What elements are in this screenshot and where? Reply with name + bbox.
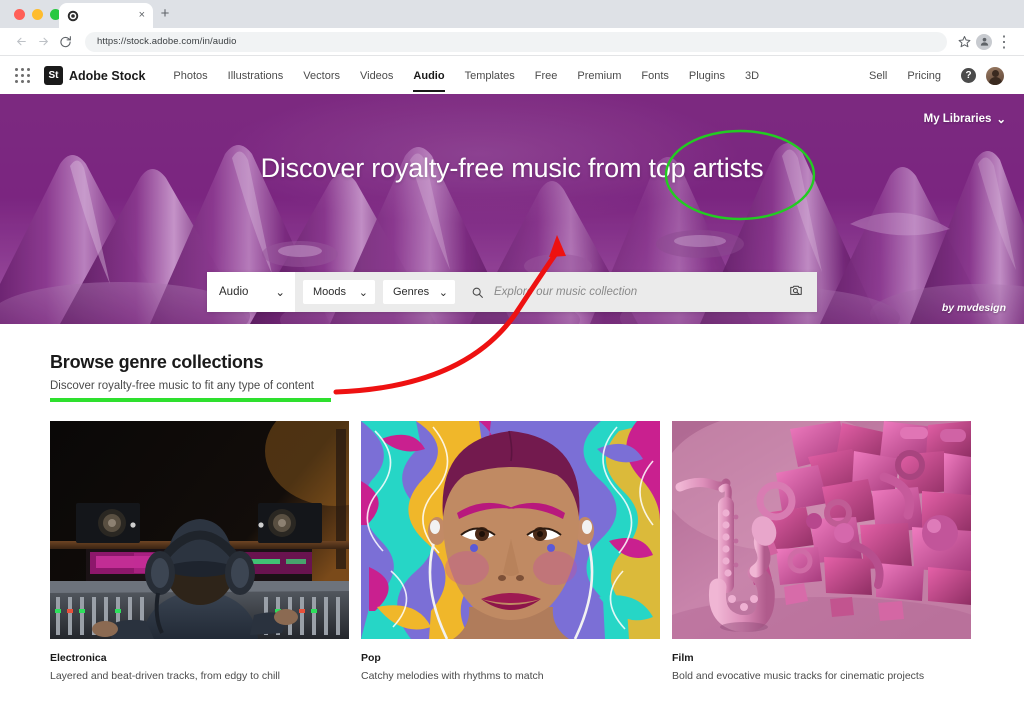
nav-link-pricing[interactable]: Pricing xyxy=(897,61,951,91)
chevron-down-icon: ⌄ xyxy=(996,114,1006,126)
chevron-down-icon: ⌄ xyxy=(438,286,448,299)
nav-link-fonts[interactable]: Fonts xyxy=(631,61,679,91)
asset-type-value: Audio xyxy=(219,286,249,298)
profile-button[interactable] xyxy=(974,32,994,52)
genre-card-electronica[interactable]: Electronica Layered and beat-driven trac… xyxy=(50,421,349,682)
reload-icon xyxy=(59,36,71,48)
search-input-area[interactable]: Explore our music collection xyxy=(455,272,817,312)
nav-link-templates[interactable]: Templates xyxy=(455,61,525,91)
genre-card-desc-pop: Catchy melodies with rhythms to match xyxy=(361,670,544,682)
close-window-button[interactable] xyxy=(14,9,25,20)
pink-saxophone-3d-render xyxy=(672,421,971,639)
genre-card-desc-film: Bold and evocative music tracks for cine… xyxy=(672,670,925,682)
browser-tab[interactable]: × xyxy=(59,3,153,28)
back-arrow-icon xyxy=(16,37,26,46)
app-grid-icon[interactable] xyxy=(14,67,32,85)
chevron-down-icon: ⌄ xyxy=(358,286,368,299)
window-controls xyxy=(14,9,61,20)
nav-link-audio[interactable]: Audio xyxy=(403,61,454,92)
browse-genre-section: Browse genre collections Discover royalt… xyxy=(0,324,1024,682)
minimize-window-button[interactable] xyxy=(32,9,43,20)
camera-search-glyph-icon xyxy=(790,285,802,295)
nav-link-videos[interactable]: Videos xyxy=(350,61,403,91)
my-libraries-button[interactable]: My Libraries ⌄ xyxy=(924,112,1006,126)
adobe-stock-logo-mark: St xyxy=(44,66,63,85)
nav-link-premium[interactable]: Premium xyxy=(567,61,631,91)
my-libraries-label: My Libraries xyxy=(923,113,992,125)
genres-filter-select[interactable]: Genres ⌄ xyxy=(383,280,455,304)
genre-card-image-electronica xyxy=(50,421,349,639)
search-bar: Audio ⌄ Moods ⌄ Genres ⌄ Explore our mus… xyxy=(207,272,817,312)
back-button[interactable] xyxy=(10,31,32,53)
user-avatar[interactable] xyxy=(986,66,1004,85)
adobe-stock-logo[interactable]: St Adobe Stock xyxy=(44,66,145,85)
site-navigation: St Adobe Stock Photos Illustrations Vect… xyxy=(0,57,1024,94)
nav-link-sell[interactable]: Sell xyxy=(859,61,897,91)
nav-link-vectors[interactable]: Vectors xyxy=(293,61,350,91)
genre-card-title-electronica: Electronica xyxy=(50,652,107,664)
new-tab-button[interactable]: + xyxy=(156,6,174,24)
asset-type-select[interactable]: Audio ⌄ xyxy=(207,272,295,312)
moods-filter-select[interactable]: Moods ⌄ xyxy=(303,280,375,304)
genres-filter-label: Genres xyxy=(393,286,430,298)
moods-filter-label: Moods xyxy=(313,286,347,298)
browse-heading: Browse genre collections xyxy=(50,352,264,372)
person-glyph-icon xyxy=(980,37,988,46)
genre-card-list: Electronica Layered and beat-driven trac… xyxy=(50,421,974,682)
psychedelic-woman-illustration xyxy=(361,421,660,639)
tab-close-icon[interactable]: × xyxy=(139,10,145,21)
genre-card-image-film xyxy=(672,421,971,639)
genre-card-title-film: Film xyxy=(672,652,694,664)
designer-watermark: by mvdesign xyxy=(941,302,1006,314)
nav-link-illustrations[interactable]: Illustrations xyxy=(218,61,294,91)
genre-card-film[interactable]: Film Bold and evocative music tracks for… xyxy=(672,421,971,682)
genre-card-title-pop: Pop xyxy=(361,652,381,664)
reload-button[interactable] xyxy=(54,31,76,53)
page-content: St Adobe Stock Photos Illustrations Vect… xyxy=(0,57,1024,713)
chevron-down-icon: ⌄ xyxy=(275,287,285,299)
address-bar[interactable]: https://stock.adobe.com/in/audio xyxy=(85,31,947,52)
visual-search-camera-icon[interactable] xyxy=(789,283,803,302)
browser-titlebar: × + xyxy=(0,0,1024,28)
browser-toolbar: https://stock.adobe.com/in/audio ⋮ xyxy=(0,28,1024,56)
nav-link-photos[interactable]: Photos xyxy=(163,61,217,91)
studio-engineer-photo-illustration xyxy=(50,421,349,639)
search-icon xyxy=(472,287,483,298)
help-icon[interactable]: ? xyxy=(961,68,976,83)
forward-button[interactable] xyxy=(32,31,54,53)
nav-right-section: Sell Pricing ? xyxy=(859,61,1010,91)
adobe-stock-favicon-icon xyxy=(67,10,79,21)
bookmark-button[interactable] xyxy=(954,32,974,52)
forward-arrow-icon xyxy=(38,37,48,46)
nav-link-free[interactable]: Free xyxy=(525,61,568,91)
nav-links: Photos Illustrations Vectors Videos Audi… xyxy=(163,61,769,92)
nav-link-3d[interactable]: 3D xyxy=(735,61,769,91)
browse-subheading: Discover royalty-free music to fit any t… xyxy=(50,380,314,392)
star-icon xyxy=(958,36,970,48)
browser-window: × + https://stock.adobe.com/in/audio ⋮ S… xyxy=(0,0,1024,713)
genre-card-desc-electronica: Layered and beat-driven tracks, from edg… xyxy=(50,670,280,682)
browser-menu-button[interactable]: ⋮ xyxy=(994,32,1014,52)
profile-icon xyxy=(976,33,992,50)
nav-link-plugins[interactable]: Plugins xyxy=(679,61,735,91)
hero-title: Discover royalty-free music from top art… xyxy=(260,153,764,183)
genre-card-image-pop xyxy=(361,421,660,639)
adobe-stock-logo-text: Adobe Stock xyxy=(69,68,146,83)
address-bar-url: https://stock.adobe.com/in/audio xyxy=(97,36,237,47)
search-input[interactable]: Explore our music collection xyxy=(494,286,779,298)
genre-card-pop[interactable]: Pop Catchy melodies with rhythms to matc… xyxy=(361,421,660,682)
